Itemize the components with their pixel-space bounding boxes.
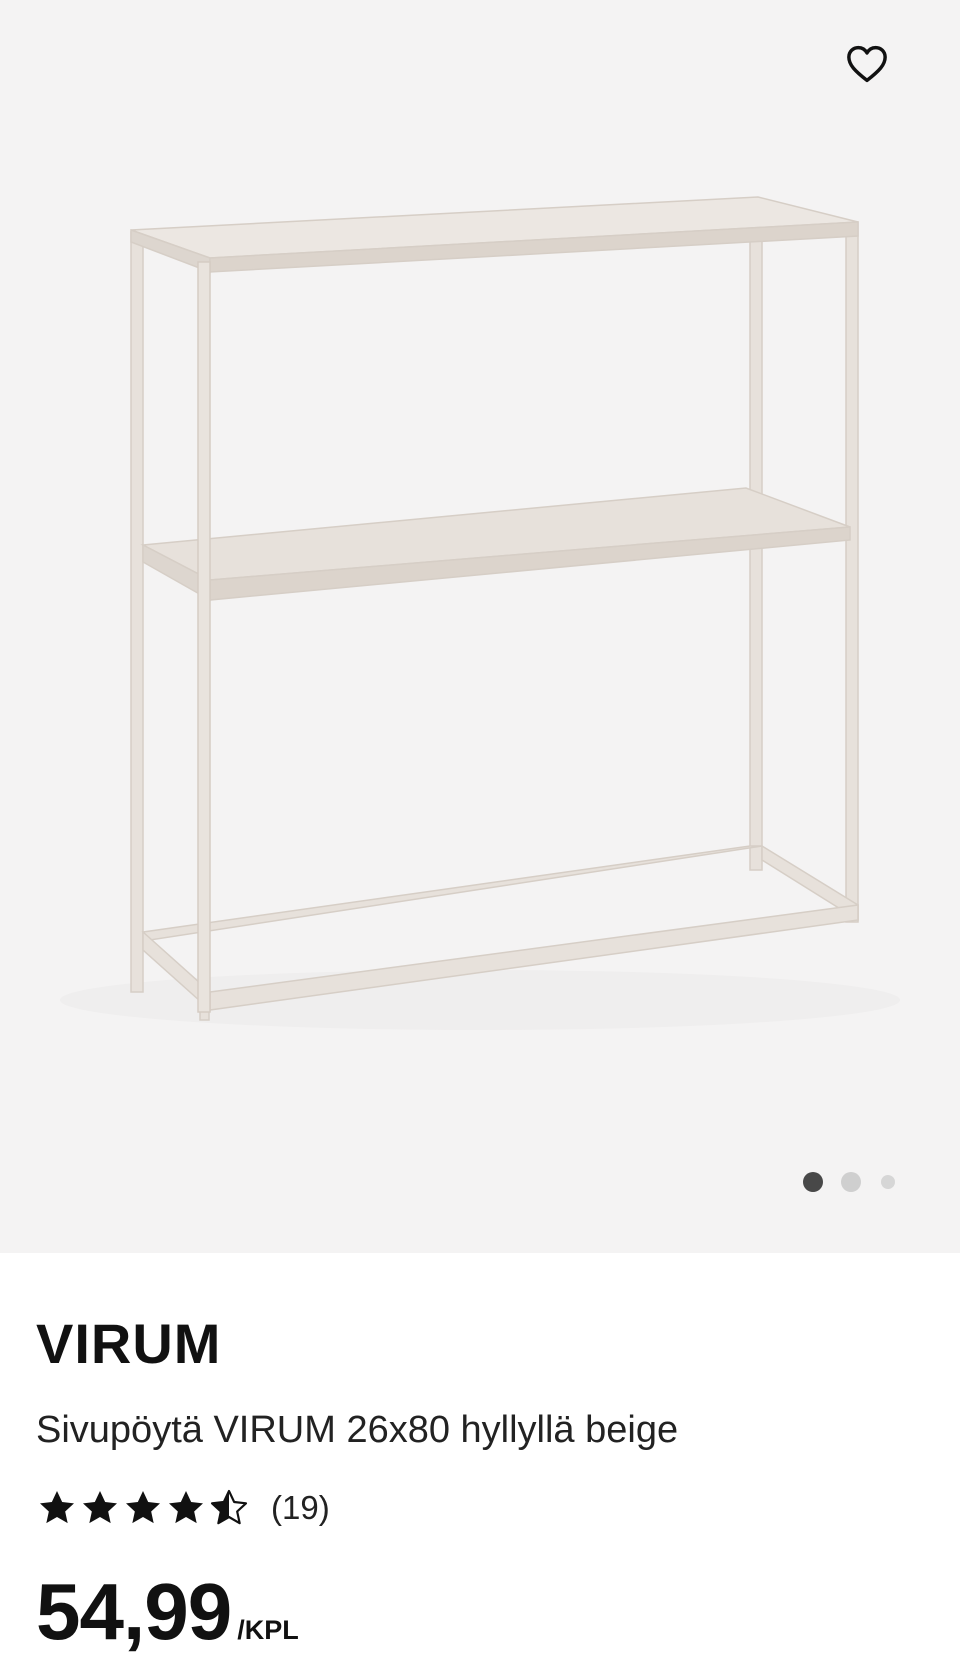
- rating-stars: [36, 1488, 251, 1528]
- product-description: Sivupöytä VIRUM 26x80 hyllyllä beige: [36, 1409, 679, 1451]
- product-price: 54,99 /KPL: [36, 1572, 299, 1652]
- price-value: 54,99: [36, 1567, 232, 1656]
- star-filled-icon: [83, 1491, 117, 1524]
- star-filled-icon: [126, 1491, 160, 1524]
- product-gallery[interactable]: [0, 0, 960, 1253]
- gallery-dot-2[interactable]: [841, 1172, 861, 1192]
- product-image: [60, 196, 900, 1030]
- star-half-icon: [210, 1489, 248, 1525]
- product-brand: VIRUM: [36, 1312, 222, 1375]
- review-count[interactable]: (19): [271, 1489, 330, 1527]
- gallery-dot-1[interactable]: [803, 1172, 823, 1192]
- price-unit: /KPL: [237, 1615, 299, 1645]
- gallery-pagination: [803, 1172, 895, 1192]
- heart-outline-icon: [847, 45, 887, 83]
- gallery-dot-3[interactable]: [881, 1175, 895, 1189]
- product-rating[interactable]: (19): [36, 1488, 330, 1528]
- star-filled-icon: [169, 1491, 203, 1524]
- favorite-button[interactable]: [838, 38, 896, 90]
- star-filled-icon: [40, 1491, 74, 1524]
